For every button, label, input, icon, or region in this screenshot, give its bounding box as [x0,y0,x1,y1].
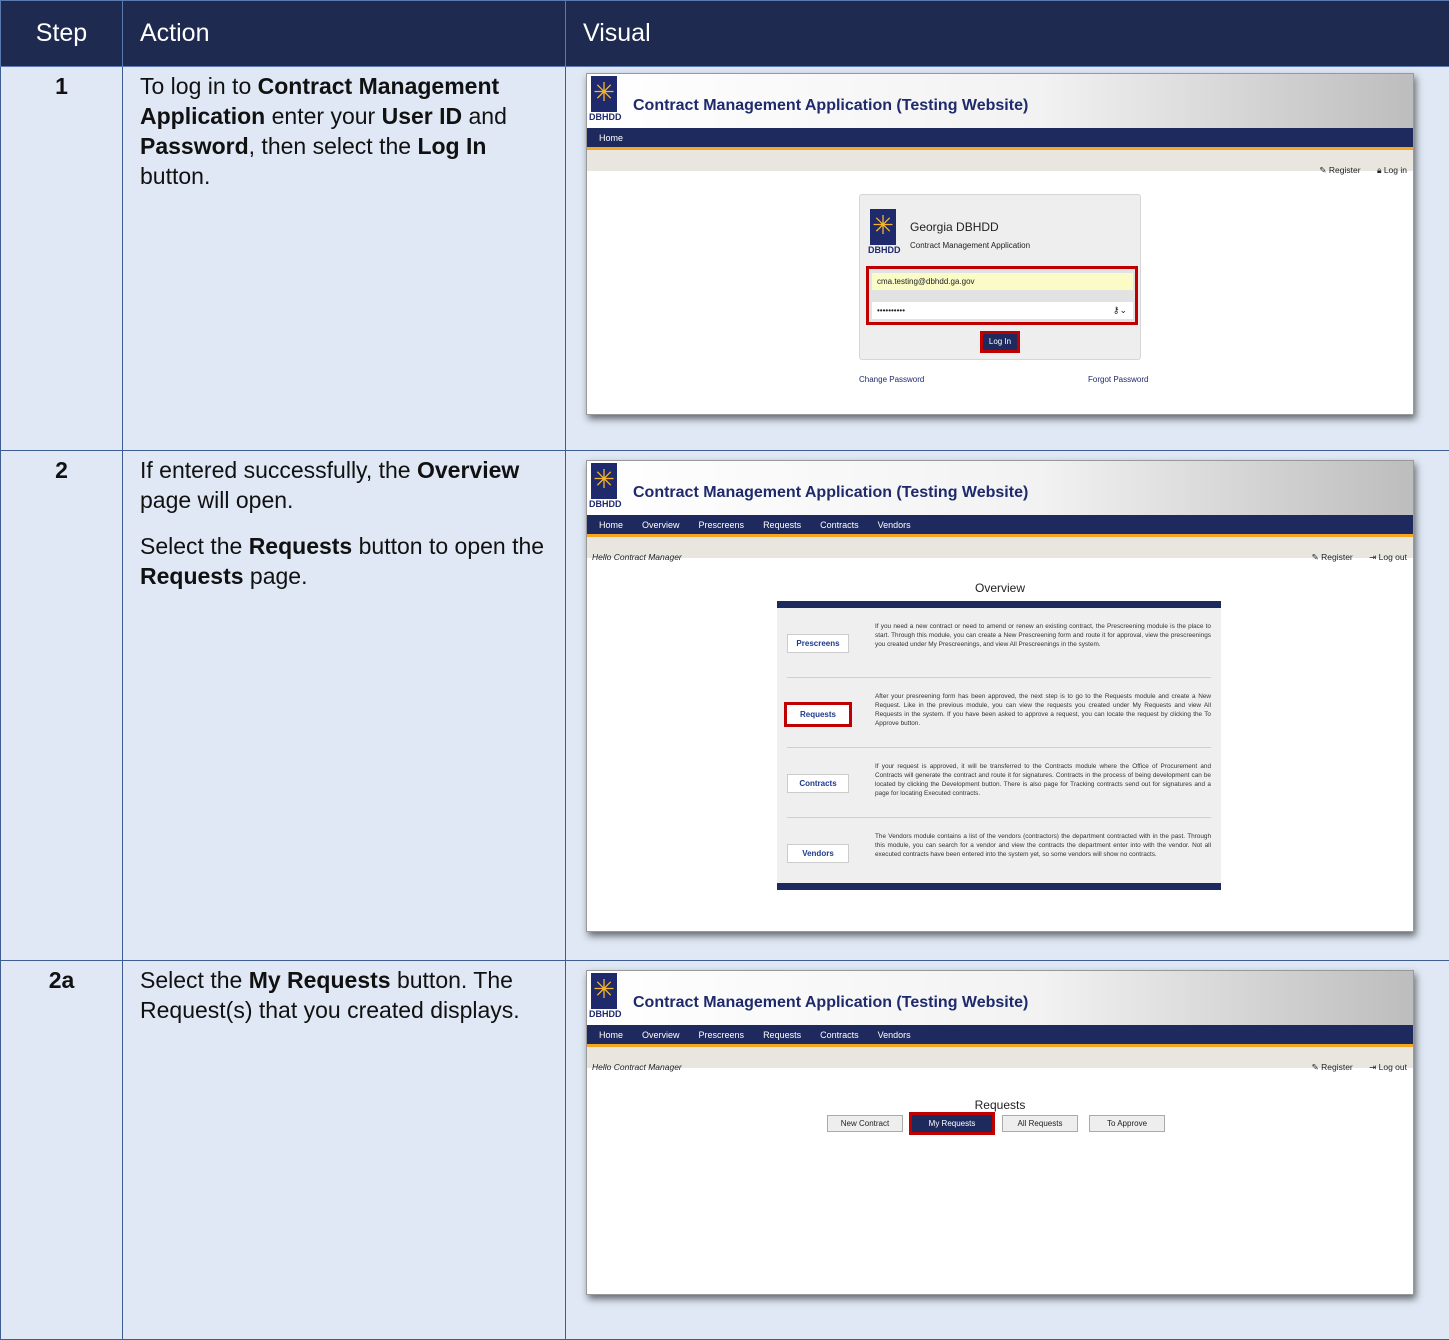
step-row-2: 2 If entered successfully, the Overview … [1,451,1449,961]
action-text: Select the My Requests button. The Reque… [123,961,566,1340]
vendors-button[interactable]: Vendors [787,844,849,863]
app-title: Contract Management Application (Testing… [633,988,1028,1018]
module-description: The Vendors module contains a list of th… [875,832,1211,859]
visual-cell: ✳DBHDD Contract Management Application (… [566,67,1449,451]
sub-bar: ✎ Register 🔒︎ Log in [587,150,1413,171]
module-description: If your request is approved, it will be … [875,762,1211,798]
step-number: 2a [1,961,123,1340]
overview-title: Overview [587,573,1413,603]
visual-cell: ✳DBHDD Contract Management Application (… [566,961,1449,1340]
credentials-highlight: cma.testing@dbhdd.ga.gov ••••••••••⚷⌄ [866,266,1138,325]
requests-screenshot: ✳DBHDD Contract Management Application (… [586,970,1414,1295]
sub-bar: Hello Contract Manager ✎ Register ⇥ Log … [587,537,1413,558]
modules-panel: Prescreens If you need a new contract or… [777,601,1221,890]
action-header: Action [123,1,566,67]
login-screenshot: ✳DBHDD Contract Management Application (… [586,73,1414,415]
module-row: Vendors The Vendors module contains a li… [787,818,1211,888]
step-number: 2 [1,451,123,961]
to-approve-button[interactable]: To Approve [1089,1115,1165,1132]
prescreens-button[interactable]: Prescreens [787,634,849,653]
module-description: After your presreening form has been app… [875,692,1211,728]
nav-bar[interactable]: HomeOverviewPrescreensRequestsContractsV… [587,1025,1413,1047]
user-id-field[interactable]: cma.testing@dbhdd.ga.gov [872,273,1133,290]
action-text: To log in to Contract Management Applica… [123,67,566,451]
app-banner: ✳DBHDD Contract Management Application (… [587,74,1413,128]
module-description: If you need a new contract or need to am… [875,622,1211,649]
instruction-table: Step Action Visual 1 To log in to Contra… [0,0,1449,1340]
greeting: Hello Contract Manager [592,542,682,572]
requests-title: Requests [587,1090,1413,1120]
my-requests-button[interactable]: My Requests [909,1112,995,1135]
header-row: Step Action Visual [1,1,1449,67]
dbhdd-logo: ✳DBHDD [589,463,619,511]
sub-bar: Hello Contract Manager ✎ Register ⇥ Log … [587,1047,1413,1068]
app-title: Contract Management Application (Testing… [633,91,1028,121]
login-subheading: Contract Management Application [910,231,1030,261]
action-paragraph: Select the Requests button to open the R… [140,531,551,591]
login-link[interactable]: 🔒︎ Log in [1377,165,1407,175]
password-field[interactable]: ••••••••••⚷⌄ [872,302,1133,319]
step-row-2a: 2a Select the My Requests button. The Re… [1,961,1449,1340]
greeting: Hello Contract Manager [592,1052,682,1082]
step-row-1: 1 To log in to Contract Management Appli… [1,67,1449,451]
dbhdd-logo: ✳DBHDD [868,209,898,257]
nav-bar[interactable]: Home [587,128,1413,150]
visual-cell: ✳DBHDD Contract Management Application (… [566,451,1449,961]
register-link[interactable]: ✎ Register [1312,1062,1353,1072]
action-paragraph: If entered successfully, the Overview pa… [140,455,551,515]
overview-screenshot: ✳DBHDD Contract Management Application (… [586,460,1414,932]
forgot-password-link[interactable]: Forgot Password [1088,365,1148,395]
register-link[interactable]: ✎ Register [1312,552,1353,562]
log-in-button[interactable]: Log In [980,331,1020,353]
new-contract-button[interactable]: New Contract [827,1115,903,1132]
app-title: Contract Management Application (Testing… [633,478,1028,508]
module-row: Requests After your presreening form has… [787,678,1211,748]
app-banner: ✳DBHDD Contract Management Application (… [587,971,1413,1025]
all-requests-button[interactable]: All Requests [1002,1115,1078,1132]
action-paragraph: To log in to Contract Management Applica… [140,71,551,191]
logout-link[interactable]: ⇥ Log out [1369,1062,1407,1072]
step-header: Step [1,1,123,67]
step-number: 1 [1,67,123,451]
requests-button[interactable]: Requests [784,702,852,727]
register-link[interactable]: ✎ Register [1319,165,1360,175]
app-banner: ✳DBHDD Contract Management Application (… [587,461,1413,515]
change-password-link[interactable]: Change Password [859,365,924,395]
visual-header: Visual [566,1,1449,67]
dbhdd-logo: ✳DBHDD [589,76,619,124]
module-row: Prescreens If you need a new contract or… [787,608,1211,678]
action-paragraph: Select the My Requests button. The Reque… [140,965,551,1025]
nav-bar[interactable]: HomeOverviewPrescreensRequestsContractsV… [587,515,1413,537]
module-row: Contracts If your request is approved, i… [787,748,1211,818]
logout-link[interactable]: ⇥ Log out [1369,552,1407,562]
login-panel: ✳DBHDD Georgia DBHDD Contract Management… [859,194,1141,360]
action-text: If entered successfully, the Overview pa… [123,451,566,961]
dbhdd-logo: ✳DBHDD [589,973,619,1021]
key-icon: ⚷⌄ [1113,302,1127,319]
contracts-button[interactable]: Contracts [787,774,849,793]
